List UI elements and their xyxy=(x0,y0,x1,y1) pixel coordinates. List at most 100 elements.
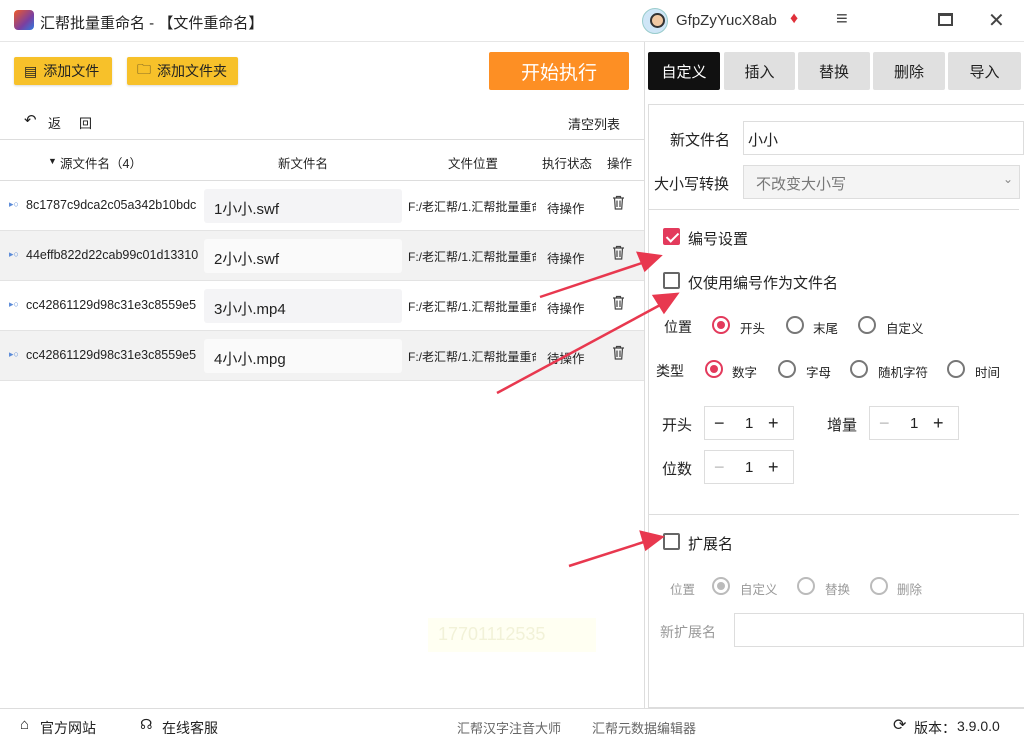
trash-icon[interactable] xyxy=(612,195,625,210)
status-bar: ⌂ 官方网站 ☊ 在线客服 汇帮汉字注音大师 汇帮元数据编辑器 ⟳ 版本： 3.… xyxy=(0,708,1024,742)
add-file-label: 添加文件 xyxy=(43,63,100,79)
trash-icon[interactable] xyxy=(612,245,625,260)
vip-diamond-icon[interactable]: ♦ xyxy=(790,10,798,28)
minus-icon[interactable]: − xyxy=(714,457,725,478)
file-icon: ▸○ xyxy=(9,349,19,359)
tab-insert[interactable]: 插入 xyxy=(724,52,795,90)
status-text: 待操作 xyxy=(547,352,585,366)
sort-down-icon[interactable]: ▼ xyxy=(48,156,57,166)
position-start-radio[interactable] xyxy=(712,316,730,334)
table-row[interactable]: ▸○ cc42861129d98c31e3c8559e5 3小小.mp4 F:/… xyxy=(0,281,644,331)
position-end-label: 末尾 xyxy=(813,322,839,336)
increment-value[interactable]: 1 xyxy=(910,415,918,432)
trash-icon[interactable] xyxy=(612,295,625,310)
section-divider xyxy=(649,514,1019,515)
start-button[interactable]: 开始执行 xyxy=(489,52,629,90)
new-extension-input[interactable] xyxy=(734,613,1024,647)
annotation-arrow xyxy=(568,539,648,568)
tab-custom[interactable]: 自定义 xyxy=(648,52,720,90)
ext-position-label: 位置 xyxy=(670,583,696,597)
trash-icon[interactable] xyxy=(612,345,625,360)
table-row[interactable]: ▸○ cc42861129d98c31e3c8559e5 4小小.mpg F:/… xyxy=(0,331,644,381)
type-number-radio[interactable] xyxy=(705,360,723,378)
only-number-label: 仅使用编号作为文件名 xyxy=(688,275,839,292)
support-link[interactable]: 在线客服 xyxy=(162,718,218,738)
add-folder-button[interactable]: 🗀 添加文件夹 xyxy=(127,57,238,85)
ext-delete-label: 删除 xyxy=(897,583,923,597)
new-name-field[interactable]: 3小小.mp4 xyxy=(204,289,402,323)
folder-add-icon: 🗀 xyxy=(137,61,151,77)
position-end-radio[interactable] xyxy=(786,316,804,334)
type-random-label: 随机字符 xyxy=(878,366,929,380)
add-folder-label: 添加文件夹 xyxy=(157,63,227,79)
source-name: cc42861129d98c31e3c8559e5 xyxy=(26,298,197,312)
source-name: cc42861129d98c31e3c8559e5 xyxy=(26,348,197,362)
numbering-label: 编号设置 xyxy=(688,231,749,248)
start-stepper[interactable]: − 1 + xyxy=(704,406,794,440)
table-header: ▼ 源文件名（4） 新文件名 文件位置 执行状态 操作 xyxy=(0,141,644,181)
table-row[interactable]: ▸○ 8c1787c9dca2c05a342b10bdc 1小小.swf F:/… xyxy=(0,181,644,231)
add-file-button[interactable]: ▤ 添加文件 xyxy=(14,57,112,85)
file-icon: ▸○ xyxy=(9,299,19,309)
metadata-app-link[interactable]: 汇帮元数据编辑器 xyxy=(592,718,696,737)
pinyin-app-link[interactable]: 汇帮汉字注音大师 xyxy=(457,718,561,737)
position-start-label: 开头 xyxy=(740,322,766,336)
new-name-field[interactable]: 4小小.mpg xyxy=(204,339,402,373)
table-row[interactable]: ▸○ 44effb822d22cab99c01d13310 2小小.swf F:… xyxy=(0,231,644,281)
ext-replace-label: 替换 xyxy=(825,583,851,597)
username[interactable]: GfpZyYucX8ab xyxy=(676,12,777,29)
clear-list-button[interactable]: 清空列表 xyxy=(568,114,620,133)
maximize-icon[interactable] xyxy=(938,13,953,26)
ext-custom-radio[interactable] xyxy=(712,577,730,595)
ext-replace-radio[interactable] xyxy=(797,577,815,595)
source-name: 44effb822d22cab99c01d13310 xyxy=(26,248,199,262)
header-location: 文件位置 xyxy=(448,157,499,171)
position-label: 位置 xyxy=(664,319,692,335)
only-number-checkbox[interactable] xyxy=(663,272,680,289)
increment-stepper[interactable]: − 1 + xyxy=(869,406,959,440)
type-letter-radio[interactable] xyxy=(778,360,796,378)
back-arrow-icon[interactable]: ↶ xyxy=(24,111,37,129)
watermark: 17701112535 xyxy=(428,618,596,652)
website-link[interactable]: 官方网站 xyxy=(40,718,96,738)
new-name-field[interactable]: 2小小.swf xyxy=(204,239,402,273)
extension-checkbox[interactable] xyxy=(663,533,680,550)
plus-icon[interactable]: + xyxy=(768,413,779,434)
tab-import[interactable]: 导入 xyxy=(948,52,1021,90)
file-icon: ▸○ xyxy=(9,249,19,259)
extension-label: 扩展名 xyxy=(688,536,734,553)
file-location: F:/老汇帮/1.汇帮批量重命 xyxy=(408,300,536,314)
minus-icon[interactable]: − xyxy=(714,413,725,434)
new-name-input[interactable]: 小小 xyxy=(743,121,1024,155)
refresh-icon[interactable]: ⟳ xyxy=(893,715,906,735)
header-new-name: 新文件名 xyxy=(278,157,329,171)
plus-icon[interactable]: + xyxy=(933,413,944,434)
minus-icon[interactable]: − xyxy=(879,413,890,434)
panel-divider xyxy=(644,42,645,708)
new-name-field[interactable]: 1小小.swf xyxy=(204,189,402,223)
tab-replace[interactable]: 替换 xyxy=(798,52,870,90)
digits-stepper[interactable]: − 1 + xyxy=(704,450,794,484)
title-bar: 汇帮批量重命名 - 【文件重命名】 GfpZyYucX8ab ♦ ≡ ✕ xyxy=(0,0,1024,42)
type-letter-label: 字母 xyxy=(806,366,832,380)
type-label: 类型 xyxy=(656,363,684,379)
case-select[interactable]: 不改变大小写 ⌄ xyxy=(743,165,1020,199)
position-custom-radio[interactable] xyxy=(858,316,876,334)
close-icon[interactable]: ✕ xyxy=(988,8,1005,33)
back-button[interactable]: 返回 xyxy=(48,113,110,132)
digits-value[interactable]: 1 xyxy=(745,459,753,476)
headset-icon[interactable]: ☊ xyxy=(140,716,152,733)
type-number-label: 数字 xyxy=(732,366,758,380)
tab-delete[interactable]: 删除 xyxy=(873,52,945,90)
plus-icon[interactable]: + xyxy=(768,457,779,478)
type-random-radio[interactable] xyxy=(850,360,868,378)
header-source[interactable]: 源文件名（4） xyxy=(60,153,142,172)
new-name-label: 新文件名 xyxy=(670,132,731,149)
avatar[interactable] xyxy=(642,8,668,34)
type-time-radio[interactable] xyxy=(947,360,965,378)
menu-icon[interactable]: ≡ xyxy=(836,8,848,31)
home-icon[interactable]: ⌂ xyxy=(20,716,29,733)
numbering-checkbox[interactable] xyxy=(663,228,680,245)
start-value[interactable]: 1 xyxy=(745,415,753,432)
ext-delete-radio[interactable] xyxy=(870,577,888,595)
